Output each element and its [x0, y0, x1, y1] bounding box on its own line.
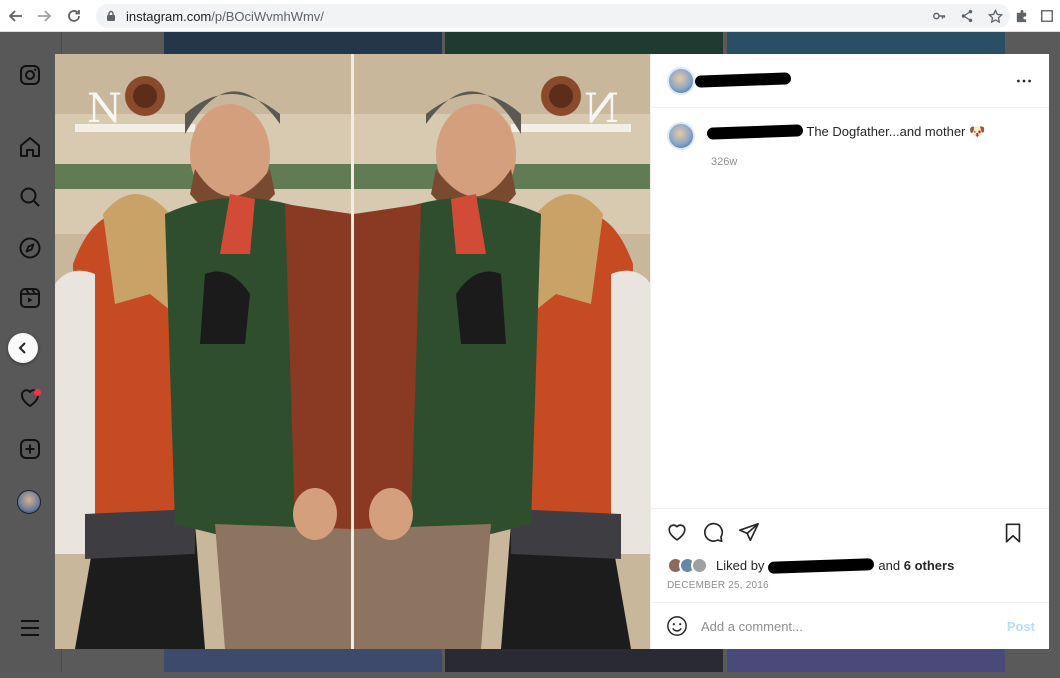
photo-right-half: N — [354, 54, 650, 649]
chevron-left-icon — [18, 342, 26, 354]
more-options-icon[interactable] — [1013, 70, 1035, 92]
caption-section: The Dogfather...and mother 🐶 326w — [651, 108, 1049, 508]
bookmark-star-icon[interactable] — [986, 7, 1004, 25]
emoji-icon[interactable] — [665, 614, 689, 638]
create-icon[interactable] — [17, 436, 43, 462]
key-icon[interactable] — [930, 7, 948, 25]
url-path: /p/BOciWvmhWmv/ — [211, 8, 324, 24]
feed-tile — [445, 649, 723, 672]
caption-age[interactable]: 326w — [711, 156, 1033, 168]
search-icon[interactable] — [17, 184, 43, 210]
share-icon[interactable] — [737, 520, 761, 544]
home-icon[interactable] — [17, 134, 43, 160]
feed-tile — [164, 32, 442, 54]
comment-icon[interactable] — [701, 520, 725, 544]
liker-avatars — [667, 556, 708, 574]
post-modal: N N The Dogfather...and mother 🐶 326w Li… — [55, 54, 1049, 649]
menu-icon[interactable] — [17, 615, 43, 641]
post-comment-button[interactable]: Post — [1007, 619, 1035, 634]
reload-icon[interactable] — [60, 2, 88, 30]
caption-username-redacted[interactable] — [706, 124, 804, 140]
like-icon[interactable] — [665, 520, 689, 544]
url-host: instagram.com — [126, 8, 212, 24]
svg-text:N: N — [87, 86, 122, 132]
liker-username-redacted[interactable] — [768, 558, 875, 574]
others-link[interactable]: 6 others — [904, 558, 955, 573]
back-arrow-icon[interactable] — [2, 2, 30, 30]
forward-arrow-icon[interactable] — [30, 2, 58, 30]
photo-left-half: N — [55, 54, 352, 649]
profile-avatar[interactable] — [17, 490, 41, 514]
share-page-icon[interactable] — [958, 7, 976, 25]
post-details-panel: The Dogfather...and mother 🐶 326w Liked … — [650, 54, 1049, 649]
action-bar — [651, 508, 1049, 554]
liked-by-label: Liked by — [716, 557, 765, 573]
reels-icon[interactable] — [17, 285, 43, 311]
explore-icon[interactable] — [17, 235, 43, 261]
likes-row: Liked by and 6 others — [651, 554, 1049, 576]
redacted-username[interactable] — [694, 72, 792, 88]
comment-input[interactable] — [701, 618, 999, 634]
lock-icon — [106, 10, 116, 22]
caption: The Dogfather...and mother 🐶 — [706, 122, 986, 141]
comment-box: Post — [651, 602, 1049, 649]
caption-text: The Dogfather...and mother 🐶 — [806, 124, 986, 139]
address-bar[interactable]: instagram.com/p/BOciWvmhWmv/ — [96, 4, 1010, 28]
feed-tile — [164, 649, 442, 672]
post-photo[interactable]: N N — [55, 54, 650, 649]
browser-toolbar: instagram.com/p/BOciWvmhWmv/ — [0, 0, 1060, 32]
feed-tile — [445, 32, 723, 54]
save-icon[interactable] — [1001, 521, 1025, 545]
extensions-icon[interactable] — [1012, 7, 1030, 25]
feed-tile — [727, 649, 1005, 672]
svg-text:N: N — [584, 86, 619, 132]
previous-post-button[interactable] — [8, 333, 38, 363]
post-header — [651, 54, 1049, 108]
instagram-icon[interactable] — [17, 62, 43, 88]
caption-avatar[interactable] — [667, 122, 695, 150]
post-date[interactable]: DECEMBER 25, 2016 — [651, 576, 1049, 598]
liked-and-label: and — [878, 557, 901, 573]
feed-tile — [727, 32, 1005, 54]
side-panel-icon[interactable] — [1038, 7, 1056, 25]
notification-dot — [34, 389, 41, 396]
author-avatar[interactable] — [667, 66, 695, 95]
